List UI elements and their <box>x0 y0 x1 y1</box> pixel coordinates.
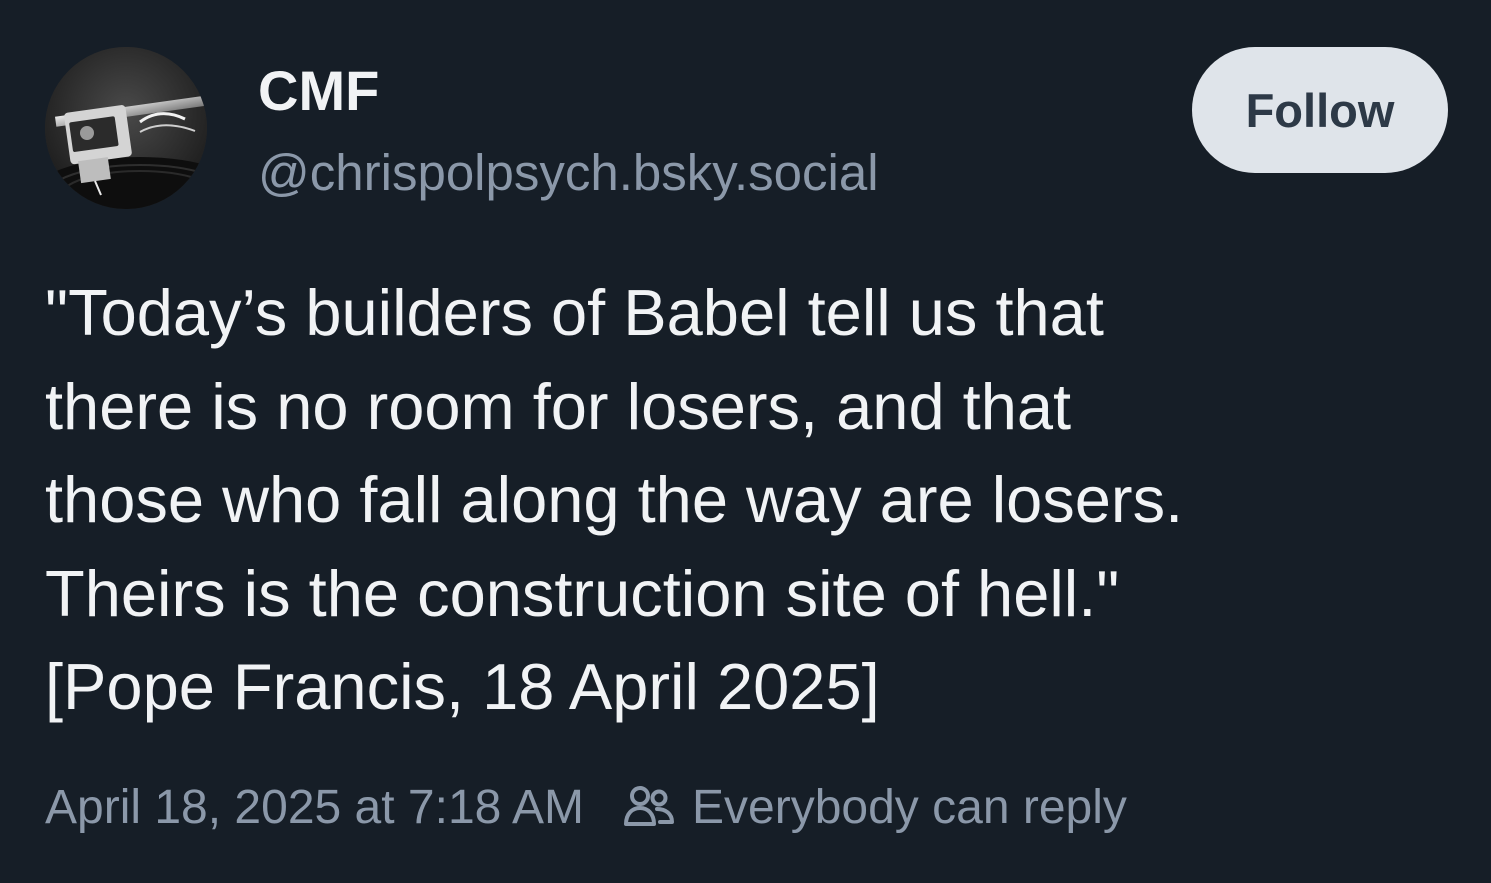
reply-setting-label: Everybody can reply <box>692 780 1127 834</box>
post-text-line: [Pope Francis, 18 April 2025] <box>45 650 880 723</box>
reply-setting[interactable]: Everybody can reply <box>620 778 1127 836</box>
post-text-line: "Today’s builders of Babel tell us that <box>45 276 1104 349</box>
avatar[interactable] <box>45 47 207 209</box>
turntable-cartridge-avatar-icon <box>45 47 207 209</box>
post-text: "Today’s builders of Babel tell us that … <box>45 266 1465 734</box>
post-text-line: there is no room for losers, and that <box>45 369 1072 443</box>
post-card: CMF @chrispolpsych.bsky.social Follow "T… <box>0 0 1491 883</box>
author-display-name[interactable]: CMF <box>258 58 379 124</box>
people-icon <box>620 778 678 836</box>
post-text-line: Theirs is the construction site of hell.… <box>45 556 1120 630</box>
post-text-line: those who fall along the way are losers. <box>45 463 1184 536</box>
post-meta: April 18, 2025 at 7:18 AM Everybody can … <box>45 776 1127 838</box>
follow-button[interactable]: Follow <box>1192 47 1448 173</box>
author-handle[interactable]: @chrispolpsych.bsky.social <box>258 142 879 204</box>
post-timestamp[interactable]: April 18, 2025 at 7:18 AM <box>45 780 584 835</box>
